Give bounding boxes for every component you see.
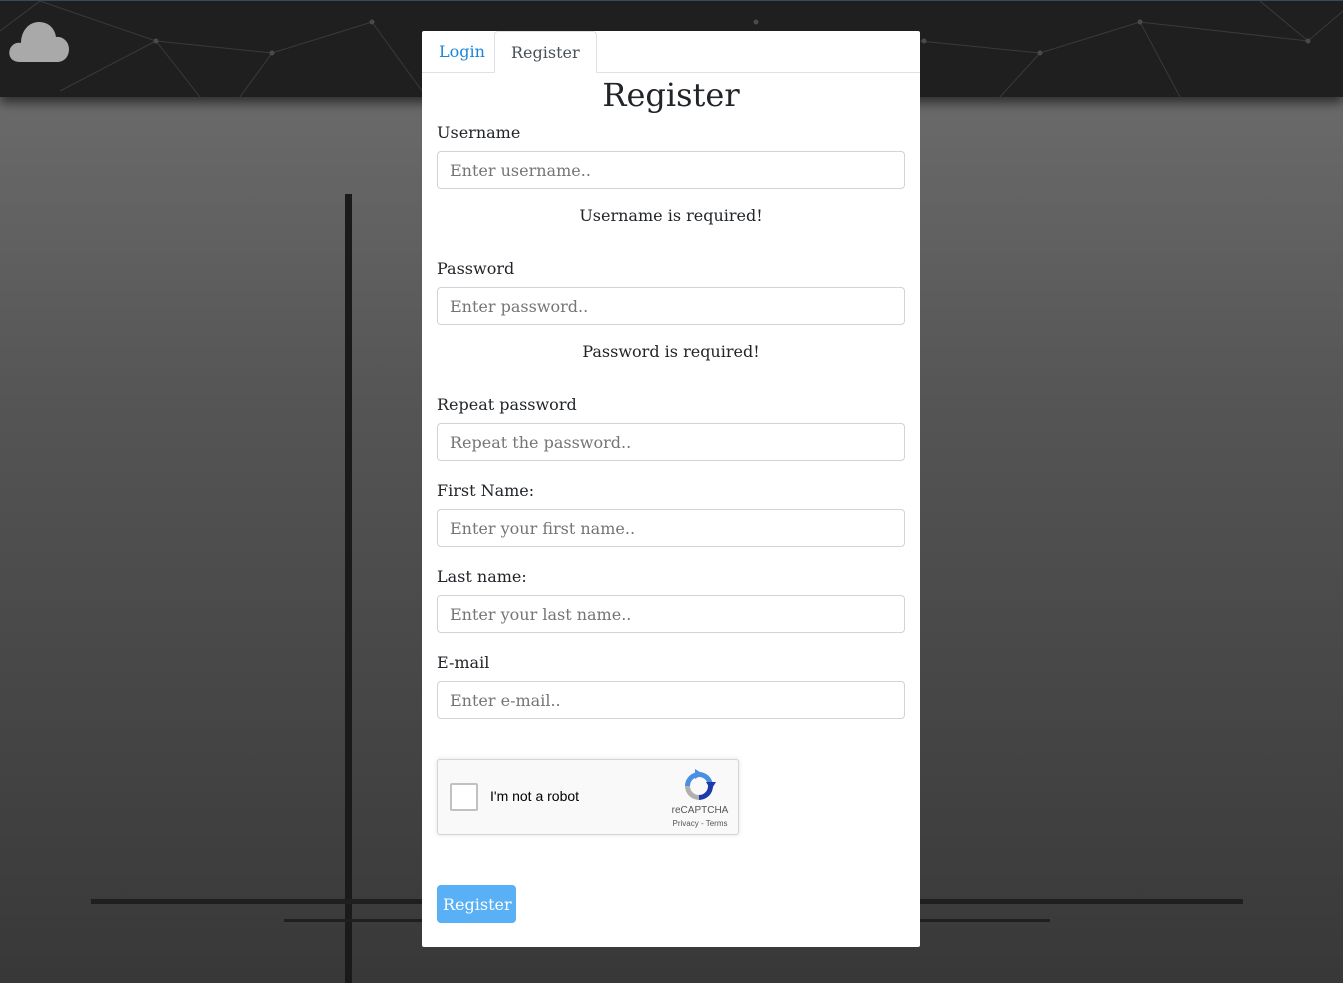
first-name-input[interactable] [437, 509, 905, 547]
cloud-icon[interactable] [8, 18, 70, 64]
recaptcha-terms-link[interactable]: Terms [706, 819, 728, 828]
recaptcha-separator: - [698, 819, 706, 828]
recaptcha-widget: I'm not a robot reCAPTCHA Privacy - Term… [437, 759, 739, 835]
page-title: Register [602, 76, 740, 114]
tab-login[interactable]: Login [423, 31, 501, 72]
first-name-label: First Name: [437, 481, 535, 500]
username-input[interactable] [437, 151, 905, 189]
recaptcha-privacy-link[interactable]: Privacy [673, 819, 699, 828]
tab-bar: Login Register [422, 31, 920, 73]
tab-register[interactable]: Register [494, 31, 597, 73]
username-error: Username is required! [579, 206, 763, 225]
email-label: E-mail [437, 653, 490, 672]
last-name-input[interactable] [437, 595, 905, 633]
recaptcha-links: Privacy - Terms [660, 819, 740, 828]
decorative-vertical-line [345, 194, 352, 983]
recaptcha-brand: reCAPTCHA [671, 805, 729, 816]
password-error: Password is required! [582, 342, 760, 361]
auth-panel: Login Register Register Username Usernam… [422, 31, 920, 947]
username-label: Username [437, 123, 521, 142]
recaptcha-icon [685, 769, 716, 800]
recaptcha-label: I'm not a robot [490, 788, 580, 804]
last-name-label: Last name: [437, 567, 527, 586]
recaptcha-checkbox[interactable] [450, 783, 478, 811]
password-input[interactable] [437, 287, 905, 325]
password-label: Password [437, 259, 515, 278]
repeat-password-label: Repeat password [437, 395, 577, 414]
register-button[interactable]: Register [437, 885, 516, 923]
email-input[interactable] [437, 681, 905, 719]
repeat-password-input[interactable] [437, 423, 905, 461]
